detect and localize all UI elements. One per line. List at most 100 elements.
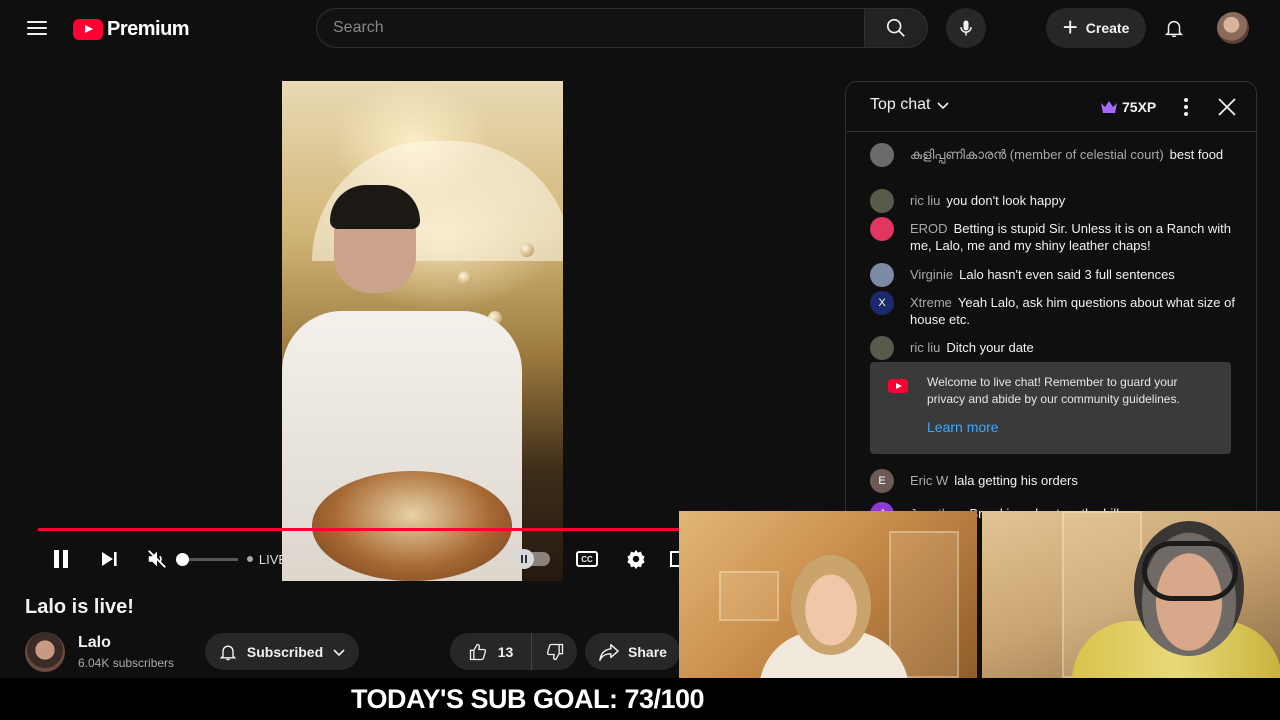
chat-author[interactable]: Eric W xyxy=(910,473,948,488)
pause-icon[interactable] xyxy=(46,539,76,579)
webcam-scene-window xyxy=(719,571,779,621)
bell-icon xyxy=(1164,20,1184,37)
menu-icon[interactable] xyxy=(21,12,53,44)
chevron-down-icon xyxy=(333,648,345,656)
live-dot-icon xyxy=(246,556,253,562)
create-label: Create xyxy=(1085,20,1130,36)
welcome-banner: Welcome to live chat! Remember to guard … xyxy=(870,362,1231,454)
chat-author[interactable]: Xtreme xyxy=(910,295,952,310)
chat-message-body: ric liu Ditch your date xyxy=(910,339,1034,360)
chat-avatar[interactable]: E xyxy=(870,469,894,493)
xp-badge[interactable]: 75XP xyxy=(1100,95,1156,119)
autoplay-toggle[interactable] xyxy=(514,539,552,579)
chat-text: you don't look happy xyxy=(946,193,1066,208)
video-player[interactable]: LIVE CC xyxy=(24,81,820,581)
webcam-scene-door xyxy=(889,531,959,678)
chat-author[interactable]: കുളിപ്പണികാരൻ (member of celestial court… xyxy=(910,147,1164,162)
volume-slider[interactable] xyxy=(176,539,238,579)
more-options-icon[interactable] xyxy=(1176,94,1196,120)
search-icon xyxy=(886,18,905,37)
video-scene-lamp xyxy=(458,271,472,285)
share-icon xyxy=(599,643,619,661)
video-frame[interactable] xyxy=(282,81,563,581)
webcam-left xyxy=(679,511,977,678)
share-button[interactable]: Share xyxy=(585,633,680,670)
youtube-logo-icon xyxy=(888,379,908,393)
search-box xyxy=(316,8,864,48)
voice-search-button[interactable] xyxy=(946,8,986,48)
chat-mode-dropdown[interactable]: Top chat xyxy=(870,96,950,114)
chat-author[interactable]: ric liu xyxy=(910,340,940,355)
next-icon[interactable] xyxy=(94,539,124,579)
notifications-button[interactable] xyxy=(1156,10,1192,46)
chat-header: Top chat 75XP xyxy=(846,82,1256,132)
chat-message: E Eric W lala getting his orders xyxy=(870,469,1240,493)
chat-message: ric liu Ditch your date xyxy=(870,336,1240,360)
chat-text: Ditch your date xyxy=(946,340,1034,355)
dislike-button[interactable] xyxy=(532,633,577,670)
chat-text: Yeah Lalo, ask him questions about what … xyxy=(910,295,1235,327)
live-indicator[interactable]: LIVE xyxy=(244,539,290,579)
xp-label: 75XP xyxy=(1122,99,1157,115)
settings-button[interactable] xyxy=(621,539,651,579)
chat-author[interactable]: ric liu xyxy=(910,193,940,208)
share-label: Share xyxy=(628,643,667,660)
top-bar: Premium + Create xyxy=(0,0,1280,56)
welcome-text: Welcome to live chat! Remember to guard … xyxy=(927,375,1180,406)
gear-icon xyxy=(627,549,645,570)
chat-avatar[interactable] xyxy=(870,263,894,287)
chat-messages: കുളിപ്പണികാരൻ (member of celestial court… xyxy=(846,132,1256,521)
chat-message-body: ric liu you don't look happy xyxy=(910,192,1065,213)
volume-knob[interactable] xyxy=(176,552,189,566)
chat-text: best food xyxy=(1169,147,1224,162)
live-chat-panel: Top chat 75XP കുളിപ്പണികാരൻ (member of c… xyxy=(845,81,1257,521)
search-button[interactable] xyxy=(864,8,928,48)
chat-message-body: Virginie Lalo hasn't even said 3 full sen… xyxy=(910,266,1175,287)
video-title: Lalo is live! xyxy=(25,596,134,618)
bell-icon xyxy=(219,645,237,660)
subscribed-label: Subscribed xyxy=(246,643,324,660)
chat-avatar[interactable] xyxy=(870,143,894,167)
sub-goal-text: TODAY'S SUB GOAL: 73/100 xyxy=(351,684,705,714)
account-avatar[interactable] xyxy=(1217,12,1249,44)
logo-text: Premium xyxy=(107,17,190,40)
toggle-track xyxy=(514,549,550,569)
chat-message: EROD Betting is stupid Sir. Unless it is … xyxy=(870,217,1240,254)
youtube-logo-icon xyxy=(73,18,103,40)
crown-icon xyxy=(1101,101,1117,113)
like-count: 13 xyxy=(497,643,514,660)
youtube-live-page: Premium + Create xyxy=(0,0,1280,720)
learn-more-link[interactable]: Learn more xyxy=(927,419,999,435)
chat-message-body: Xtreme Yeah Lalo, ask him questions about… xyxy=(910,294,1240,328)
chat-author[interactable]: EROD xyxy=(910,221,948,236)
close-icon[interactable] xyxy=(1214,94,1240,120)
chat-author[interactable]: Virginie xyxy=(910,267,953,282)
chat-text: lala getting his orders xyxy=(954,473,1078,488)
closed-captions-button[interactable]: CC xyxy=(572,539,602,579)
channel-name[interactable]: Lalo xyxy=(78,634,111,652)
microphone-icon xyxy=(960,20,972,36)
chat-message: X Xtreme Yeah Lalo, ask him questions abo… xyxy=(870,291,1240,328)
chat-avatar[interactable] xyxy=(870,189,894,213)
chat-avatar[interactable] xyxy=(870,336,894,360)
like-dislike-group: 13 xyxy=(450,633,577,670)
search-input[interactable] xyxy=(333,19,864,37)
chat-text: Lalo hasn't even said 3 full sentences xyxy=(959,267,1175,282)
like-button[interactable]: 13 xyxy=(450,633,532,670)
chat-avatar[interactable] xyxy=(870,217,894,241)
chat-message-body: കുളിപ്പണികാരൻ (member of celestial court… xyxy=(910,146,1223,167)
chevron-down-icon xyxy=(937,102,950,110)
subscribed-button[interactable]: Subscribed xyxy=(205,633,359,670)
subscriber-count: 6.04K subscribers xyxy=(78,656,175,670)
youtube-premium-logo[interactable]: Premium xyxy=(73,16,190,42)
chat-message: ric liu you don't look happy xyxy=(870,189,1240,213)
video-scene-lamp xyxy=(520,243,534,257)
chat-message-body: EROD Betting is stupid Sir. Unless it is … xyxy=(910,220,1240,254)
plus-icon: + xyxy=(1062,12,1078,42)
create-button[interactable]: + Create xyxy=(1046,8,1146,48)
thumbs-up-icon xyxy=(469,643,486,660)
channel-avatar[interactable] xyxy=(25,632,65,672)
chat-avatar[interactable]: X xyxy=(870,291,894,315)
webcam-scene-person-head xyxy=(791,555,871,655)
muted-volume-icon[interactable] xyxy=(142,539,172,579)
